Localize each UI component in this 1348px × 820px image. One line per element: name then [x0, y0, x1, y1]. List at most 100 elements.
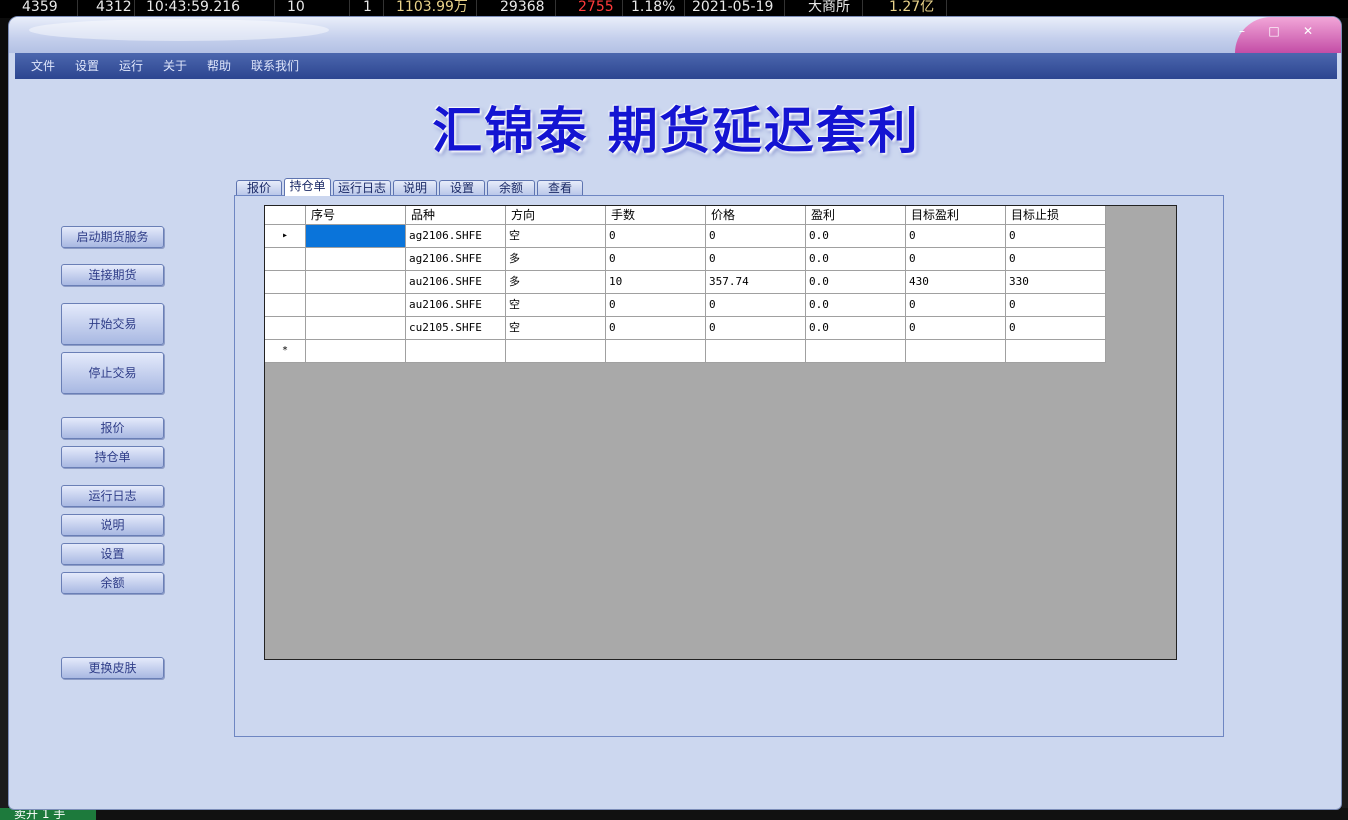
grid-cell[interactable]: 357.74: [706, 271, 806, 294]
grid-new-row-cell[interactable]: [306, 340, 406, 363]
tab-quotes[interactable]: 报价: [236, 180, 282, 196]
ticker-value: 2755: [578, 0, 614, 15]
menu-contact[interactable]: 联系我们: [251, 59, 299, 73]
grid-new-row-cell[interactable]: [706, 340, 806, 363]
grid-cell[interactable]: 0: [606, 317, 706, 340]
maximize-button[interactable]: □: [1265, 24, 1283, 38]
grid-cell[interactable]: 空: [506, 294, 606, 317]
grid-new-row-cell[interactable]: [406, 340, 506, 363]
grid-new-row-cell[interactable]: [906, 340, 1006, 363]
app-window: – □ ✕ 文件 设置 运行 关于 帮助 联系我们 汇锦泰 期货延迟套利 启动期…: [8, 16, 1342, 810]
grid-cell[interactable]: 0: [1006, 225, 1106, 248]
grid-cell[interactable]: 10: [606, 271, 706, 294]
grid-cell[interactable]: 空: [506, 317, 606, 340]
grid-cell[interactable]: 0: [606, 225, 706, 248]
grid-cell[interactable]: [306, 294, 406, 317]
grid-cell[interactable]: 0.0: [806, 317, 906, 340]
start-trading-button[interactable]: 开始交易: [61, 303, 164, 345]
ticker-value: 10:43:59.216: [146, 0, 241, 15]
balance-button[interactable]: 余额: [61, 572, 164, 594]
menu-file[interactable]: 文件: [31, 59, 55, 73]
grid-cell[interactable]: au2106.SHFE: [406, 271, 506, 294]
grid-new-row-cell[interactable]: [806, 340, 906, 363]
grid-cell[interactable]: au2106.SHFE: [406, 294, 506, 317]
menu-settings[interactable]: 设置: [75, 59, 99, 73]
grid-row-header[interactable]: [265, 317, 306, 340]
tab-positions[interactable]: 持仓单: [284, 178, 331, 196]
grid-cell[interactable]: 430: [906, 271, 1006, 294]
grid-new-row-header[interactable]: *: [265, 340, 306, 363]
grid-row-header[interactable]: [265, 271, 306, 294]
grid-cell[interactable]: 0: [706, 248, 806, 271]
grid-col-target-stop[interactable]: 目标止损: [1006, 206, 1106, 225]
grid-col-price[interactable]: 价格: [706, 206, 806, 225]
grid-new-row-cell[interactable]: [506, 340, 606, 363]
start-futures-service-button[interactable]: 启动期货服务: [61, 226, 164, 248]
grid-new-row-cell[interactable]: [1006, 340, 1106, 363]
grid-col-direction[interactable]: 方向: [506, 206, 606, 225]
positions-button[interactable]: 持仓单: [61, 446, 164, 468]
grid-cell[interactable]: 0: [906, 248, 1006, 271]
positions-grid[interactable]: 序号 品种 方向 手数 价格 盈利 目标盈利 目标止损 ▸ ag2106.SHFE 空 0 0 0.0 0 0…: [264, 205, 1177, 660]
run-log-button[interactable]: 运行日志: [61, 485, 164, 507]
grid-row-header[interactable]: [265, 248, 306, 271]
grid-col-index[interactable]: 序号: [306, 206, 406, 225]
grid-cell[interactable]: 0.0: [806, 271, 906, 294]
quotes-button[interactable]: 报价: [61, 417, 164, 439]
grid-cell[interactable]: 0: [906, 225, 1006, 248]
grid-cell[interactable]: 0: [706, 317, 806, 340]
menu-help[interactable]: 帮助: [207, 59, 231, 73]
grid-cell[interactable]: ag2106.SHFE: [406, 225, 506, 248]
grid-cell[interactable]: 0: [706, 294, 806, 317]
grid-cell[interactable]: cu2105.SHFE: [406, 317, 506, 340]
grid-row-header[interactable]: [265, 294, 306, 317]
tab-view[interactable]: 查看: [537, 180, 583, 196]
grid-col-target-profit[interactable]: 目标盈利: [906, 206, 1006, 225]
grid-cell[interactable]: [306, 317, 406, 340]
grid-cell[interactable]: 0: [1006, 317, 1106, 340]
grid-cell[interactable]: 0: [906, 294, 1006, 317]
tab-instructions[interactable]: 说明: [393, 180, 437, 196]
grid-cell[interactable]: 330: [1006, 271, 1106, 294]
grid-cell[interactable]: 空: [506, 225, 606, 248]
grid-cell[interactable]: 0: [606, 294, 706, 317]
grid-col-lots[interactable]: 手数: [606, 206, 706, 225]
grid-row-header[interactable]: ▸: [265, 225, 306, 248]
grid-cell[interactable]: [306, 248, 406, 271]
title-bar-decoration: [29, 19, 329, 41]
grid-cell[interactable]: 0.0: [806, 248, 906, 271]
ticker-value: 10: [287, 0, 305, 15]
grid-cell[interactable]: [306, 225, 406, 248]
menu-about[interactable]: 关于: [163, 59, 187, 73]
grid-cell[interactable]: 0: [906, 317, 1006, 340]
grid-new-row-cell[interactable]: [606, 340, 706, 363]
grid-cell[interactable]: ag2106.SHFE: [406, 248, 506, 271]
stop-trading-button[interactable]: 停止交易: [61, 352, 164, 394]
settings-button[interactable]: 设置: [61, 543, 164, 565]
connect-futures-button[interactable]: 连接期货: [61, 264, 164, 286]
ticker-value: 2021-05-19: [692, 0, 774, 15]
tab-settings[interactable]: 设置: [439, 180, 485, 196]
tab-balance[interactable]: 余额: [487, 180, 535, 196]
grid-cell[interactable]: 多: [506, 248, 606, 271]
grid-cell[interactable]: 0.0: [806, 225, 906, 248]
grid-cell[interactable]: 多: [506, 271, 606, 294]
ticker-value: 1.18%: [631, 0, 676, 15]
grid-cell[interactable]: 0: [1006, 248, 1106, 271]
grid-corner: [265, 206, 306, 225]
title-bar[interactable]: – □ ✕: [9, 17, 1341, 53]
grid-cell[interactable]: 0: [606, 248, 706, 271]
grid-cell[interactable]: 0.0: [806, 294, 906, 317]
grid-col-profit[interactable]: 盈利: [806, 206, 906, 225]
change-skin-button[interactable]: 更换皮肤: [61, 657, 164, 679]
ticker-value: 1: [363, 0, 372, 15]
grid-col-symbol[interactable]: 品种: [406, 206, 506, 225]
grid-cell[interactable]: 0: [1006, 294, 1106, 317]
grid-cell[interactable]: 0: [706, 225, 806, 248]
close-button[interactable]: ✕: [1299, 24, 1317, 38]
instructions-button[interactable]: 说明: [61, 514, 164, 536]
menu-run[interactable]: 运行: [119, 59, 143, 73]
minimize-button[interactable]: –: [1233, 24, 1251, 38]
grid-cell[interactable]: [306, 271, 406, 294]
tab-run-log[interactable]: 运行日志: [333, 180, 391, 196]
